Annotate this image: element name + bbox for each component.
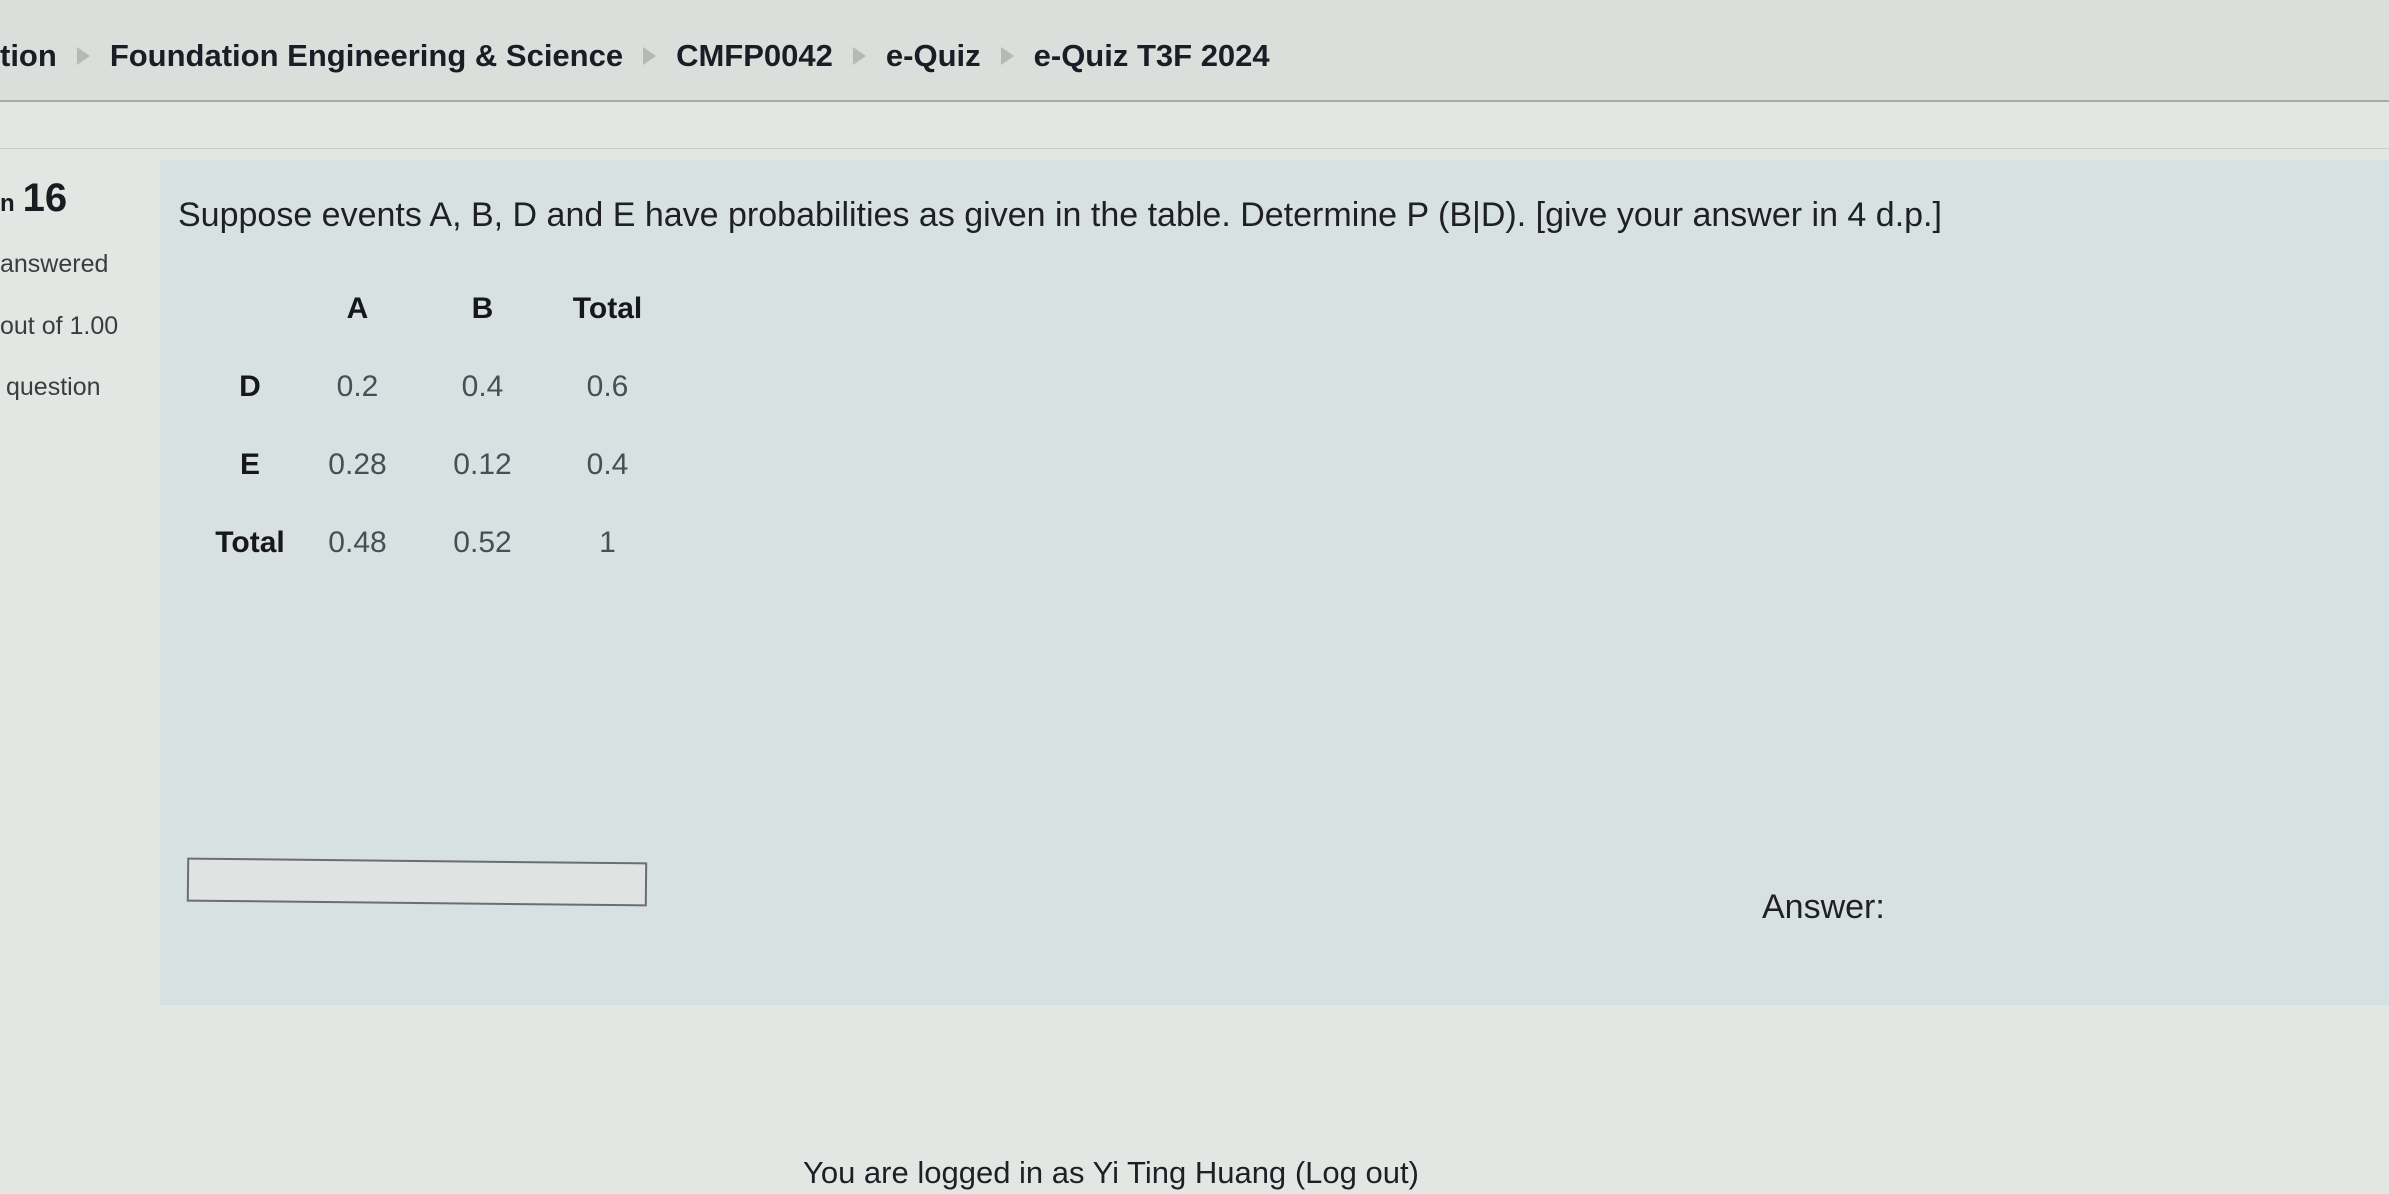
- flag-question-link[interactable]: question: [6, 373, 101, 402]
- divider: [0, 148, 2389, 149]
- question-text: Suppose events A, B, D and E have probab…: [178, 196, 1942, 234]
- triangle-right-icon: [76, 47, 90, 65]
- table-cell: 0.52: [453, 526, 512, 559]
- breadcrumb-item-category[interactable]: Foundation Engineering & Science: [110, 38, 623, 74]
- triangle-right-icon: [1000, 47, 1014, 65]
- table-header-cell: Total: [572, 292, 643, 325]
- question-number-value: 16: [22, 176, 68, 220]
- navbar: tion Foundation Engineering & Science CM…: [0, 0, 2389, 102]
- table-row: E 0.28 0.12 0.4: [205, 426, 670, 504]
- breadcrumb-item-equiz[interactable]: e-Quiz: [886, 38, 981, 74]
- logout-link[interactable]: (Log out): [1295, 1155, 1419, 1190]
- login-info: You are logged in as Yi Ting Huang (Log …: [803, 1155, 1419, 1191]
- question-number: n 16: [0, 176, 67, 221]
- table-row-label: D: [239, 370, 261, 403]
- table-cell: 0.28: [328, 448, 387, 481]
- breadcrumb-item-section[interactable]: tion: [0, 38, 57, 74]
- breadcrumb-item-course[interactable]: CMFP0042: [676, 38, 833, 74]
- triangle-right-icon: [852, 47, 866, 65]
- question-marks: out of 1.00: [0, 312, 119, 340]
- table-cell: 0.6: [586, 370, 629, 403]
- probability-table: A B Total D 0.2 0.4 0.6 E 0.28 0.12 0.4 …: [205, 270, 670, 582]
- table-cell: 1: [599, 526, 616, 559]
- table-row: D 0.2 0.4 0.6: [205, 348, 670, 426]
- table-cell: 0.48: [328, 526, 387, 559]
- logged-in-text: You are logged in as: [803, 1155, 1085, 1190]
- table-corner-cell: [205, 270, 295, 348]
- table-row: Total 0.48 0.52 1: [205, 504, 670, 582]
- answer-input[interactable]: [186, 857, 648, 907]
- table-header-row: A B Total: [205, 270, 670, 348]
- table-row-label: E: [239, 448, 260, 481]
- table-header-cell: A: [346, 292, 369, 325]
- user-profile-link[interactable]: Yi Ting Huang: [1093, 1155, 1287, 1190]
- question-number-prefix: n: [0, 190, 15, 217]
- question-status: answered: [0, 250, 109, 278]
- triangle-right-icon: [643, 47, 657, 65]
- table-row-label: Total: [215, 526, 285, 559]
- breadcrumb-item-quiz[interactable]: e-Quiz T3F 2024: [1034, 38, 1270, 74]
- table-cell: 0.12: [453, 448, 512, 481]
- table-cell: 0.4: [461, 370, 504, 403]
- table-cell: 0.2: [336, 370, 379, 403]
- table-cell: 0.4: [586, 448, 629, 481]
- breadcrumb: tion Foundation Engineering & Science CM…: [0, 38, 1270, 74]
- table-header-cell: B: [471, 292, 494, 325]
- answer-label: Answer:: [1762, 888, 1885, 926]
